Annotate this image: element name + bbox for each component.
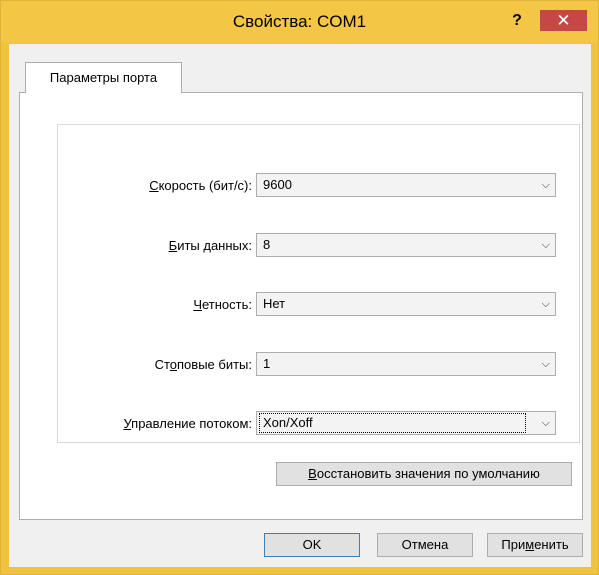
flow-control-label: Управление потоком: [123, 416, 252, 431]
stop-bits-value: 1 [263, 356, 271, 371]
close-icon: ✕ [556, 11, 571, 30]
baud-rate-label: Скорость (бит/с): [149, 178, 252, 193]
dialog-window: Свойства: COM1 ? ✕ Параметры порта Скоро… [0, 0, 599, 575]
chevron-down-icon: ⌵ [541, 239, 550, 251]
close-button[interactable]: ✕ [540, 10, 587, 31]
stop-bits-label: Стоповые биты: [154, 357, 252, 372]
restore-defaults-button[interactable]: Восстановить значения по умолчанию [276, 462, 572, 486]
apply-button[interactable]: Применить [487, 533, 583, 557]
tab-port-settings[interactable]: Параметры порта [25, 62, 182, 93]
data-bits-select[interactable]: 8 ⌵ [256, 233, 556, 257]
settings-group: Скорость (бит/с): 9600 ⌵ Биты данных: 8 … [57, 124, 580, 443]
parity-value: Нет [263, 296, 286, 311]
title-bar[interactable]: Свойства: COM1 ? ✕ [1, 1, 598, 43]
baud-rate-select[interactable]: 9600 ⌵ [256, 173, 556, 197]
data-bits-value: 8 [263, 237, 271, 252]
chevron-down-icon: ⌵ [541, 298, 550, 310]
chevron-down-icon: ⌵ [541, 358, 550, 370]
ok-button[interactable]: OK [264, 533, 360, 557]
cancel-button[interactable]: Отмена [377, 533, 473, 557]
tab-panel: Скорость (бит/с): 9600 ⌵ Биты данных: 8 … [19, 92, 583, 520]
flow-control-select[interactable]: Xon/Xoff ⌵ [256, 411, 556, 435]
data-bits-label: Биты данных: [168, 238, 252, 253]
chevron-down-icon: ⌵ [541, 179, 550, 191]
stop-bits-select[interactable]: 1 ⌵ [256, 352, 556, 376]
chevron-down-icon: ⌵ [541, 417, 550, 429]
flow-control-value: Xon/Xoff [259, 413, 526, 433]
dialog-client-area: Параметры порта Скорость (бит/с): 9600 ⌵… [9, 44, 591, 567]
parity-label: Четность: [193, 297, 252, 312]
help-button[interactable]: ? [509, 11, 525, 31]
parity-select[interactable]: Нет ⌵ [256, 292, 556, 316]
baud-rate-value: 9600 [263, 177, 292, 192]
